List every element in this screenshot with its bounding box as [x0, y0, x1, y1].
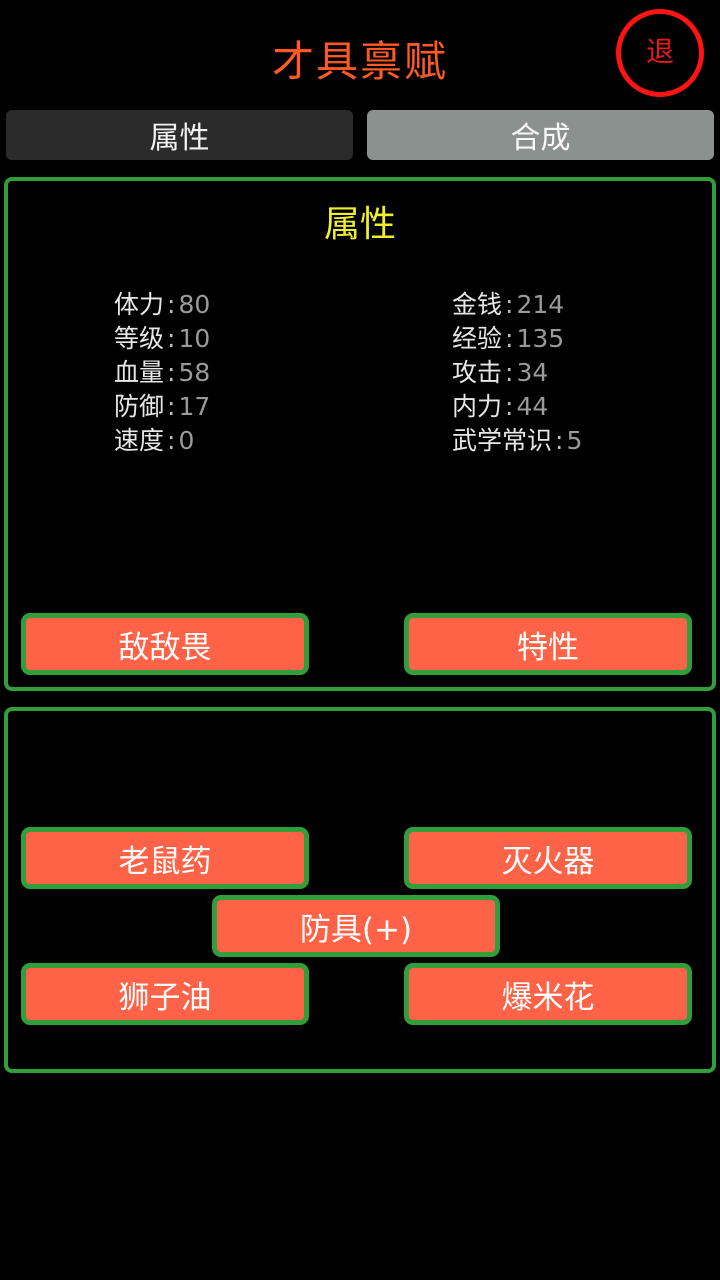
exit-button[interactable]: 退 [616, 9, 704, 97]
stat-label: 速度 [114, 426, 165, 455]
stat-level: 等级:10 [114, 322, 210, 356]
stat-hp: 血量:58 [114, 356, 210, 390]
stat-separator: : [505, 392, 514, 421]
stat-label: 防御 [114, 392, 165, 421]
stat-value: 17 [178, 392, 211, 421]
tab-attributes[interactable]: 属性 [6, 110, 353, 160]
stat-separator: : [167, 358, 176, 387]
stat-separator: : [167, 426, 176, 455]
stat-value: 135 [516, 324, 565, 353]
stat-value: 10 [178, 324, 211, 353]
stat-label: 武学常识 [452, 426, 553, 455]
stat-defense: 防御:17 [114, 390, 210, 424]
stat-value: 44 [516, 392, 549, 421]
popcorn-button[interactable]: 爆米花 [404, 963, 692, 1025]
stat-label: 攻击 [452, 358, 503, 387]
stat-money: 金钱:214 [452, 288, 582, 322]
stat-label: 金钱 [452, 290, 503, 319]
attributes-title: 属性 [323, 204, 396, 245]
stat-label: 等级 [114, 324, 165, 353]
stat-speed: 速度:0 [114, 424, 210, 458]
traits-button[interactable]: 特性 [404, 613, 692, 675]
lion-oil-button[interactable]: 狮子油 [21, 963, 309, 1025]
stat-value: 214 [516, 290, 565, 319]
stat-value: 5 [566, 426, 583, 455]
stat-martial-knowledge: 武学常识:5 [452, 424, 582, 458]
stat-attack: 攻击:34 [452, 356, 582, 390]
rat-poison-button[interactable]: 老鼠药 [21, 827, 309, 889]
stat-separator: : [505, 358, 514, 387]
stat-separator: : [167, 392, 176, 421]
stat-value: 34 [516, 358, 549, 387]
stat-label: 体力 [114, 290, 165, 319]
stat-label: 血量 [114, 358, 165, 387]
enemy-button[interactable]: 敌敌畏 [21, 613, 309, 675]
stat-label: 经验 [452, 324, 503, 353]
stat-separator: : [167, 324, 176, 353]
items-panel: 老鼠药 灭火器 防具(+) 狮子油 爆米花 [4, 707, 716, 1073]
stat-value: 0 [178, 426, 195, 455]
stat-separator: : [555, 426, 564, 455]
stat-value: 80 [178, 290, 211, 319]
page-title: 才具禀赋 [271, 37, 448, 86]
stats-left-column: 体力:80 等级:10 血量:58 防御:17 速度:0 [114, 288, 210, 458]
stat-separator: : [505, 324, 514, 353]
stat-inner-power: 内力:44 [452, 390, 582, 424]
stat-label: 内力 [452, 392, 503, 421]
extinguisher-button[interactable]: 灭火器 [404, 827, 692, 889]
stats-right-column: 金钱:214 经验:135 攻击:34 内力:44 武学常识:5 [452, 288, 582, 458]
armor-button[interactable]: 防具(+) [212, 895, 500, 957]
tab-synthesis[interactable]: 合成 [367, 110, 714, 160]
stat-experience: 经验:135 [452, 322, 582, 356]
stat-stamina: 体力:80 [114, 288, 210, 322]
stat-separator: : [505, 290, 514, 319]
stat-value: 58 [178, 358, 211, 387]
attributes-panel: 属性 体力:80 等级:10 血量:58 防御:17 速度:0 金钱:214 经… [4, 177, 716, 691]
stat-separator: : [167, 290, 176, 319]
